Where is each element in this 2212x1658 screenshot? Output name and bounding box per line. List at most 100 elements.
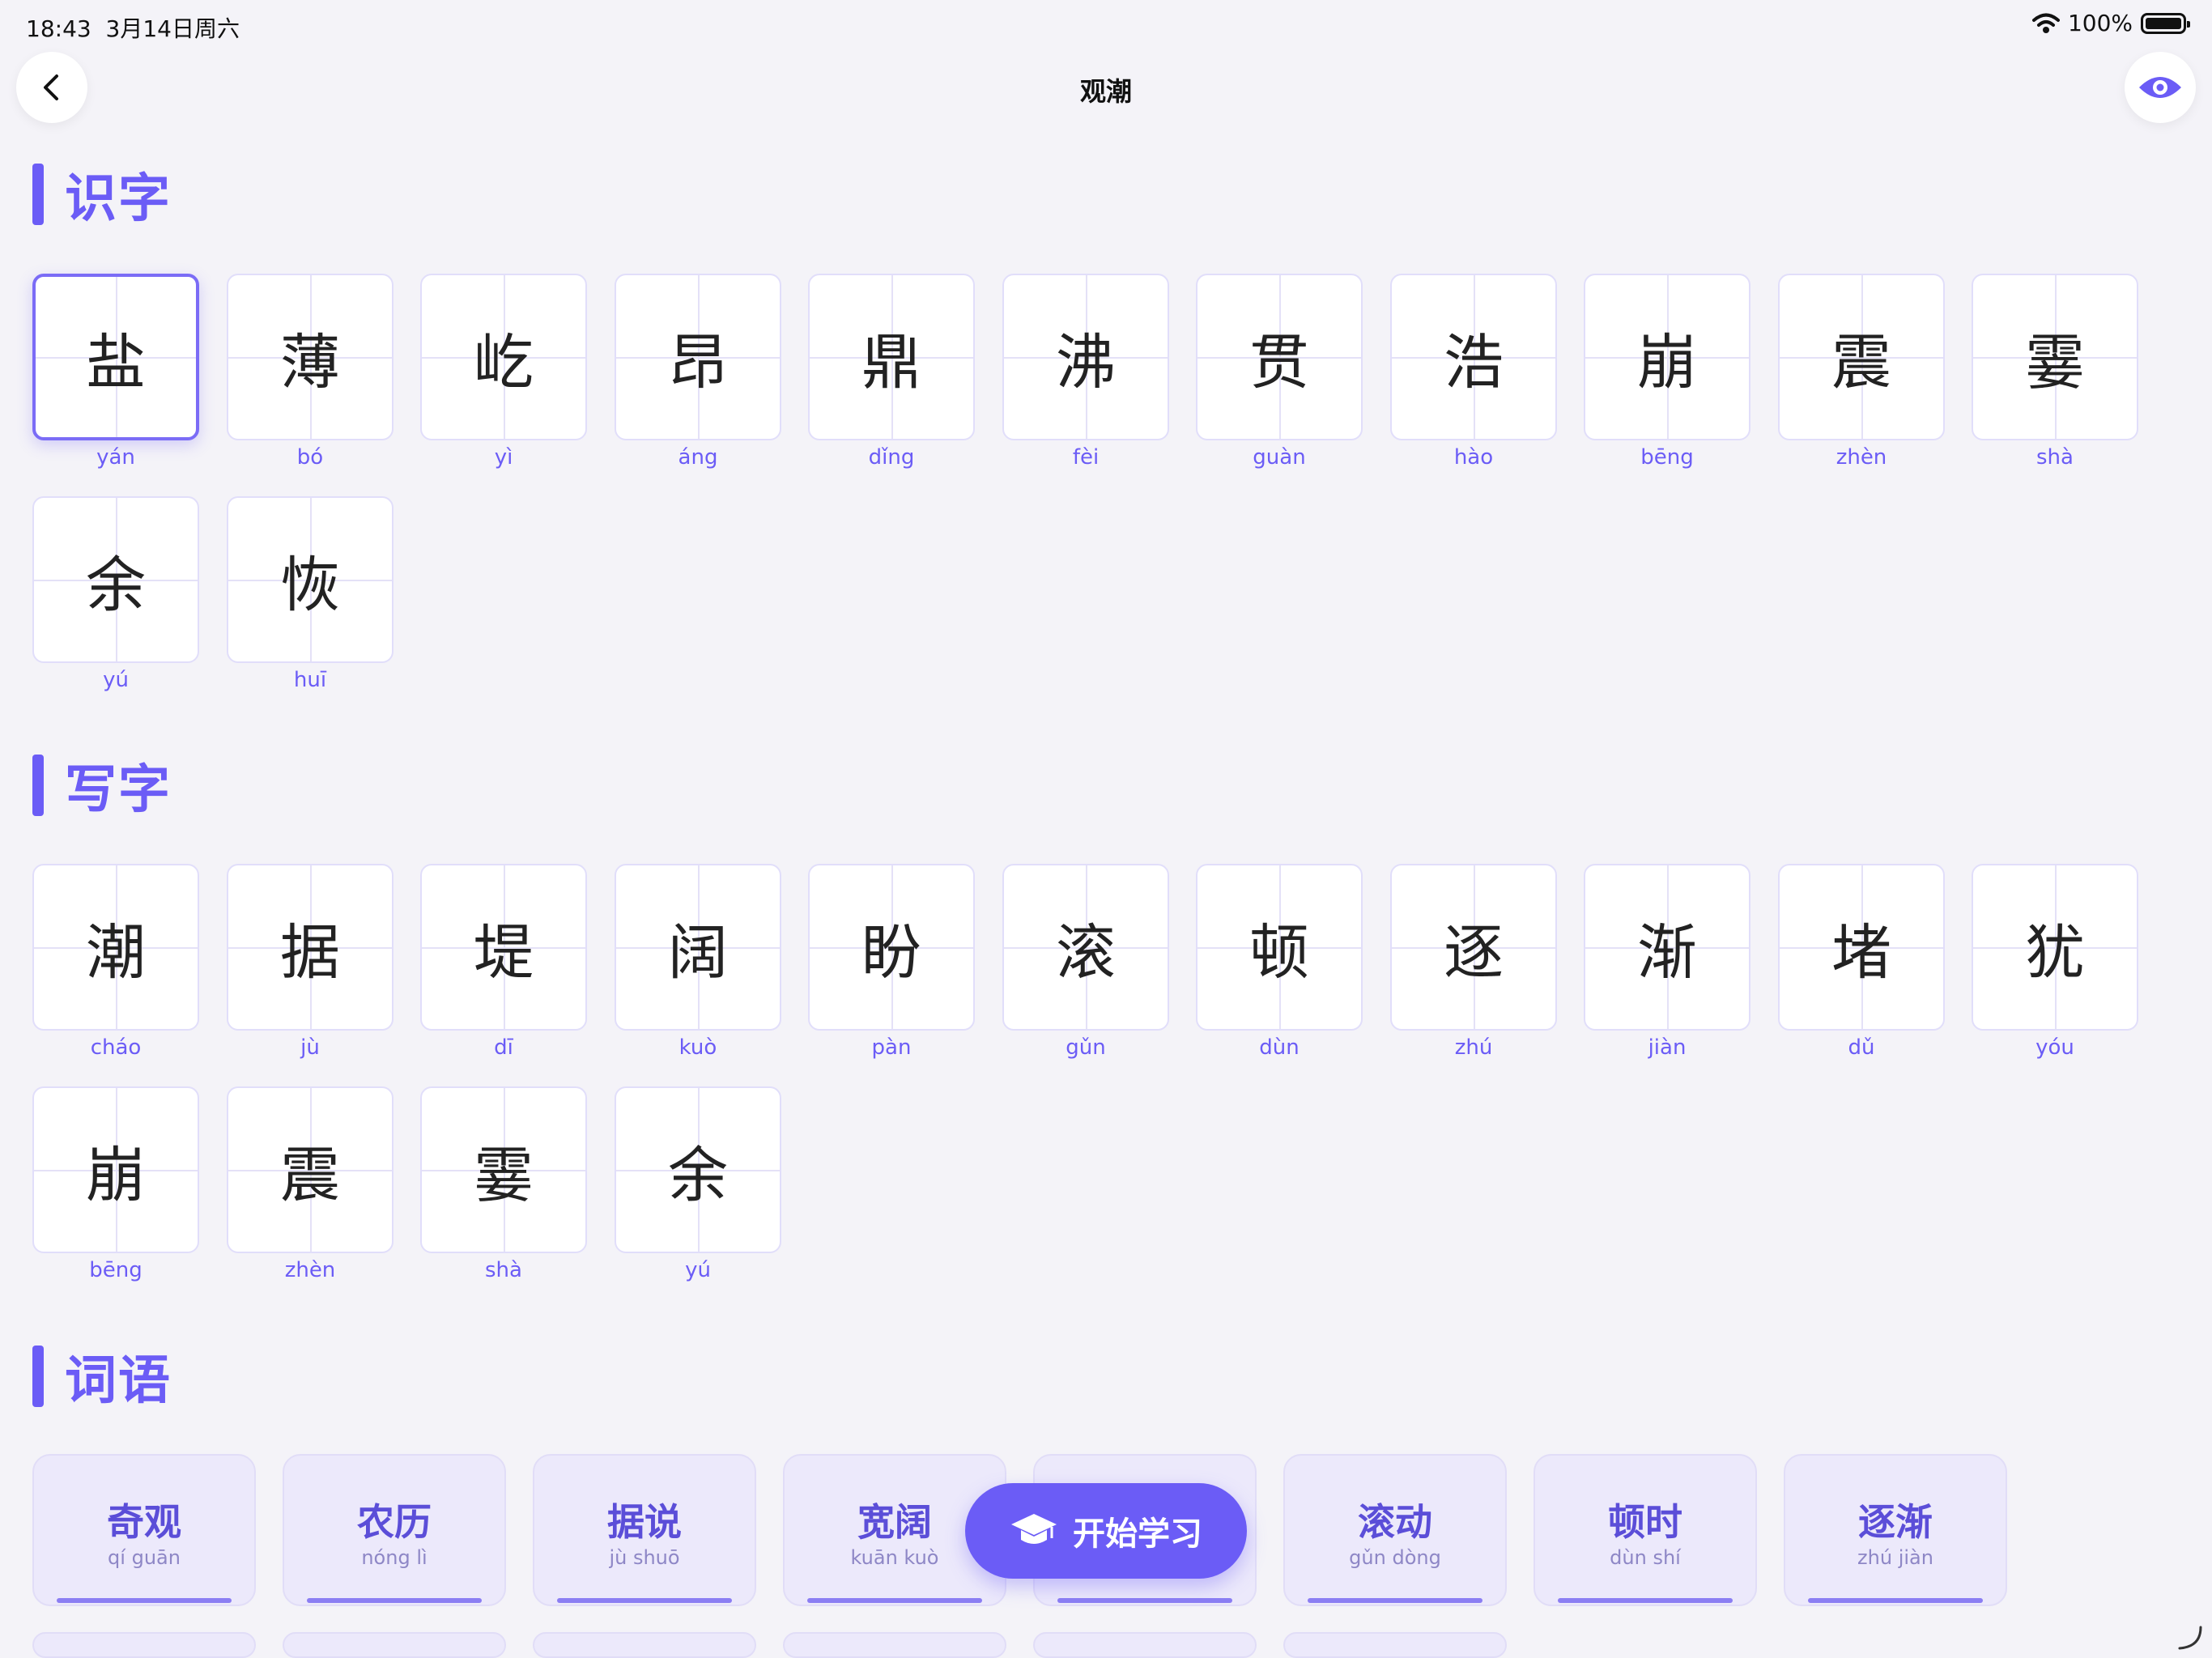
char-pinyin: zhú: [1454, 1035, 1493, 1060]
word-card[interactable]: 逐渐 zhú jiàn: [1784, 1454, 2007, 1606]
char-card[interactable]: 霎: [420, 1086, 587, 1253]
word-pinyin: nóng lì: [361, 1546, 428, 1569]
word-text: 农历: [357, 1500, 432, 1544]
section-title: 写字: [65, 760, 172, 820]
char-glyph: 堵: [1831, 917, 1891, 988]
char-glyph: 据: [280, 917, 340, 988]
char-card[interactable]: 犹: [1972, 864, 2138, 1031]
char-card[interactable]: 滚: [1002, 864, 1169, 1031]
char-card[interactable]: 沸: [1002, 274, 1169, 440]
word-card[interactable]: 农历 nóng lì: [283, 1454, 506, 1606]
word-card-partial[interactable]: [1283, 1632, 1507, 1658]
word-text: 逐渐: [1858, 1500, 1933, 1544]
word-progress-bar: [1808, 1598, 1983, 1603]
char-pinyin: dī: [494, 1035, 513, 1060]
char-pinyin: jù: [300, 1035, 320, 1060]
word-card[interactable]: 滚动 gǔn dòng: [1283, 1454, 1507, 1606]
char-pinyin: dǐng: [868, 445, 915, 470]
char-pinyin: huī: [293, 668, 327, 692]
char-card[interactable]: 浩: [1390, 274, 1557, 440]
char-glyph: 震: [1831, 327, 1891, 397]
char-card[interactable]: 盼: [808, 864, 975, 1031]
word-card-partial[interactable]: [533, 1632, 756, 1658]
char-pinyin: fèi: [1072, 445, 1100, 470]
char-card[interactable]: 余: [32, 496, 199, 663]
word-card-partial[interactable]: [1033, 1632, 1257, 1658]
char-card[interactable]: 崩: [32, 1086, 199, 1253]
char-glyph: 崩: [86, 1140, 146, 1210]
char-glyph: 盐: [86, 327, 146, 397]
char-pinyin: bó: [296, 445, 324, 470]
section-title: 词语: [65, 1351, 172, 1411]
word-progress-bar: [807, 1598, 982, 1603]
char-card[interactable]: 潮: [32, 864, 199, 1031]
word-card[interactable]: 顿时 dùn shí: [1534, 1454, 1757, 1606]
graduation-cap-icon: [1011, 1514, 1057, 1544]
char-glyph: 浩: [1444, 327, 1504, 397]
char-pinyin: cháo: [90, 1035, 142, 1060]
char-glyph: 恢: [280, 550, 340, 620]
char-card[interactable]: 震: [1778, 274, 1945, 440]
char-pinyin: yú: [685, 1258, 711, 1282]
start-learning-button[interactable]: 开始学习: [965, 1483, 1247, 1579]
section-ciyu-header: 词语: [32, 1339, 172, 1414]
char-glyph: 余: [86, 550, 146, 620]
char-glyph: 滚: [1056, 917, 1116, 988]
word-card[interactable]: 据说 jù shuō: [533, 1454, 756, 1606]
word-card-partial[interactable]: [783, 1632, 1006, 1658]
char-pinyin: zhèn: [1836, 445, 1887, 470]
char-glyph: 犹: [2025, 917, 2085, 988]
char-card[interactable]: 霎: [1972, 274, 2138, 440]
word-progress-bar: [557, 1598, 732, 1603]
char-glyph: 薄: [280, 327, 340, 397]
char-glyph: 阔: [668, 917, 728, 988]
char-card[interactable]: 渐: [1584, 864, 1750, 1031]
char-card[interactable]: 贯: [1196, 274, 1363, 440]
char-glyph: 余: [668, 1140, 728, 1210]
battery-percent: 100%: [2067, 10, 2133, 36]
word-card-partial[interactable]: [283, 1632, 506, 1658]
char-pinyin: dǔ: [1848, 1035, 1875, 1060]
word-progress-bar: [57, 1598, 232, 1603]
char-card[interactable]: 逐: [1390, 864, 1557, 1031]
char-pinyin: kuò: [678, 1035, 717, 1060]
char-pinyin: pàn: [871, 1035, 912, 1060]
char-card[interactable]: 屹: [420, 274, 587, 440]
char-card[interactable]: 余: [615, 1086, 781, 1253]
char-glyph: 霎: [2025, 327, 2085, 397]
status-bar: 18:43 3月14日周六 100%: [0, 0, 2212, 49]
char-card[interactable]: 崩: [1584, 274, 1750, 440]
wifi-icon: [2031, 13, 2060, 33]
char-pinyin: dùn: [1259, 1035, 1300, 1060]
word-progress-bar: [1057, 1598, 1232, 1603]
eye-icon: [2139, 77, 2181, 98]
word-card-partial[interactable]: [32, 1632, 256, 1658]
char-card[interactable]: 顿: [1196, 864, 1363, 1031]
char-card[interactable]: 据: [227, 864, 393, 1031]
word-pinyin: gǔn dòng: [1349, 1546, 1441, 1569]
resize-handle-icon: [2178, 1626, 2202, 1650]
char-pinyin: yú: [103, 668, 129, 692]
char-pinyin: shà: [485, 1258, 522, 1282]
char-card[interactable]: 鼎: [808, 274, 975, 440]
char-card[interactable]: 薄: [227, 274, 393, 440]
word-progress-bar: [1558, 1598, 1733, 1603]
status-indicators: 100%: [2031, 10, 2190, 36]
char-card[interactable]: 昂: [615, 274, 781, 440]
char-card[interactable]: 堤: [420, 864, 587, 1031]
char-glyph: 贯: [1249, 327, 1309, 397]
char-card[interactable]: 堵: [1778, 864, 1945, 1031]
char-glyph: 逐: [1444, 917, 1504, 988]
char-card[interactable]: 恢: [227, 496, 393, 663]
char-card[interactable]: 盐: [32, 274, 199, 440]
char-card[interactable]: 阔: [615, 864, 781, 1031]
char-card[interactable]: 震: [227, 1086, 393, 1253]
char-pinyin: shà: [2036, 445, 2074, 470]
char-glyph: 震: [280, 1140, 340, 1210]
word-card[interactable]: 奇观 qí guān: [32, 1454, 256, 1606]
word-progress-bar: [1308, 1598, 1482, 1603]
battery-icon: [2141, 12, 2190, 34]
char-glyph: 昂: [668, 327, 728, 397]
toggle-visibility-button[interactable]: [2125, 52, 2196, 123]
section-title: 识字: [65, 169, 172, 229]
